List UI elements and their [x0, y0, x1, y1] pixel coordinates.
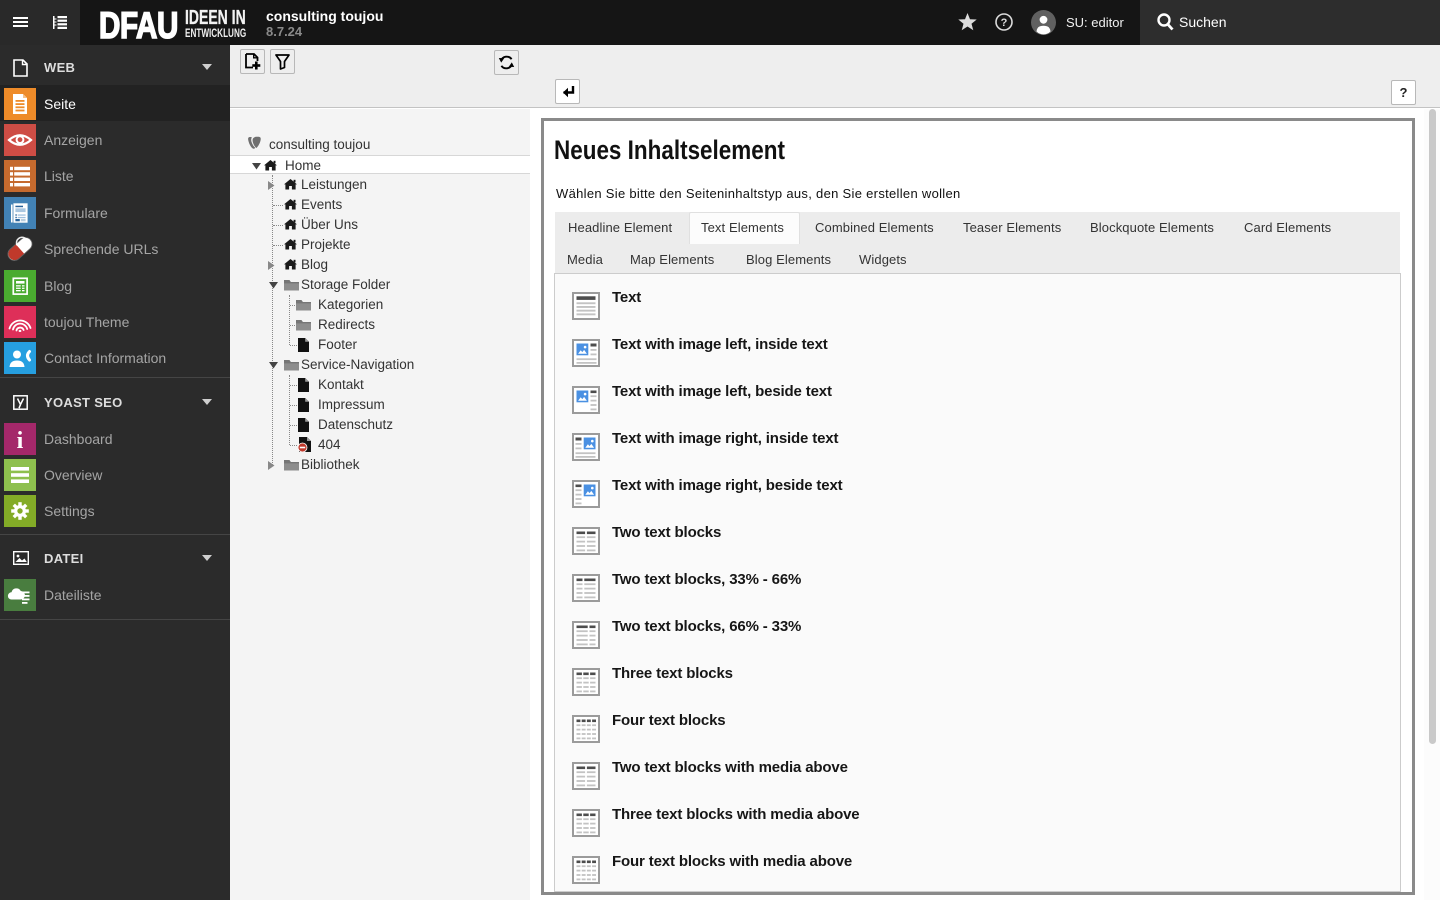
- svg-text:i: i: [17, 428, 24, 454]
- svg-text:?: ?: [1001, 17, 1008, 29]
